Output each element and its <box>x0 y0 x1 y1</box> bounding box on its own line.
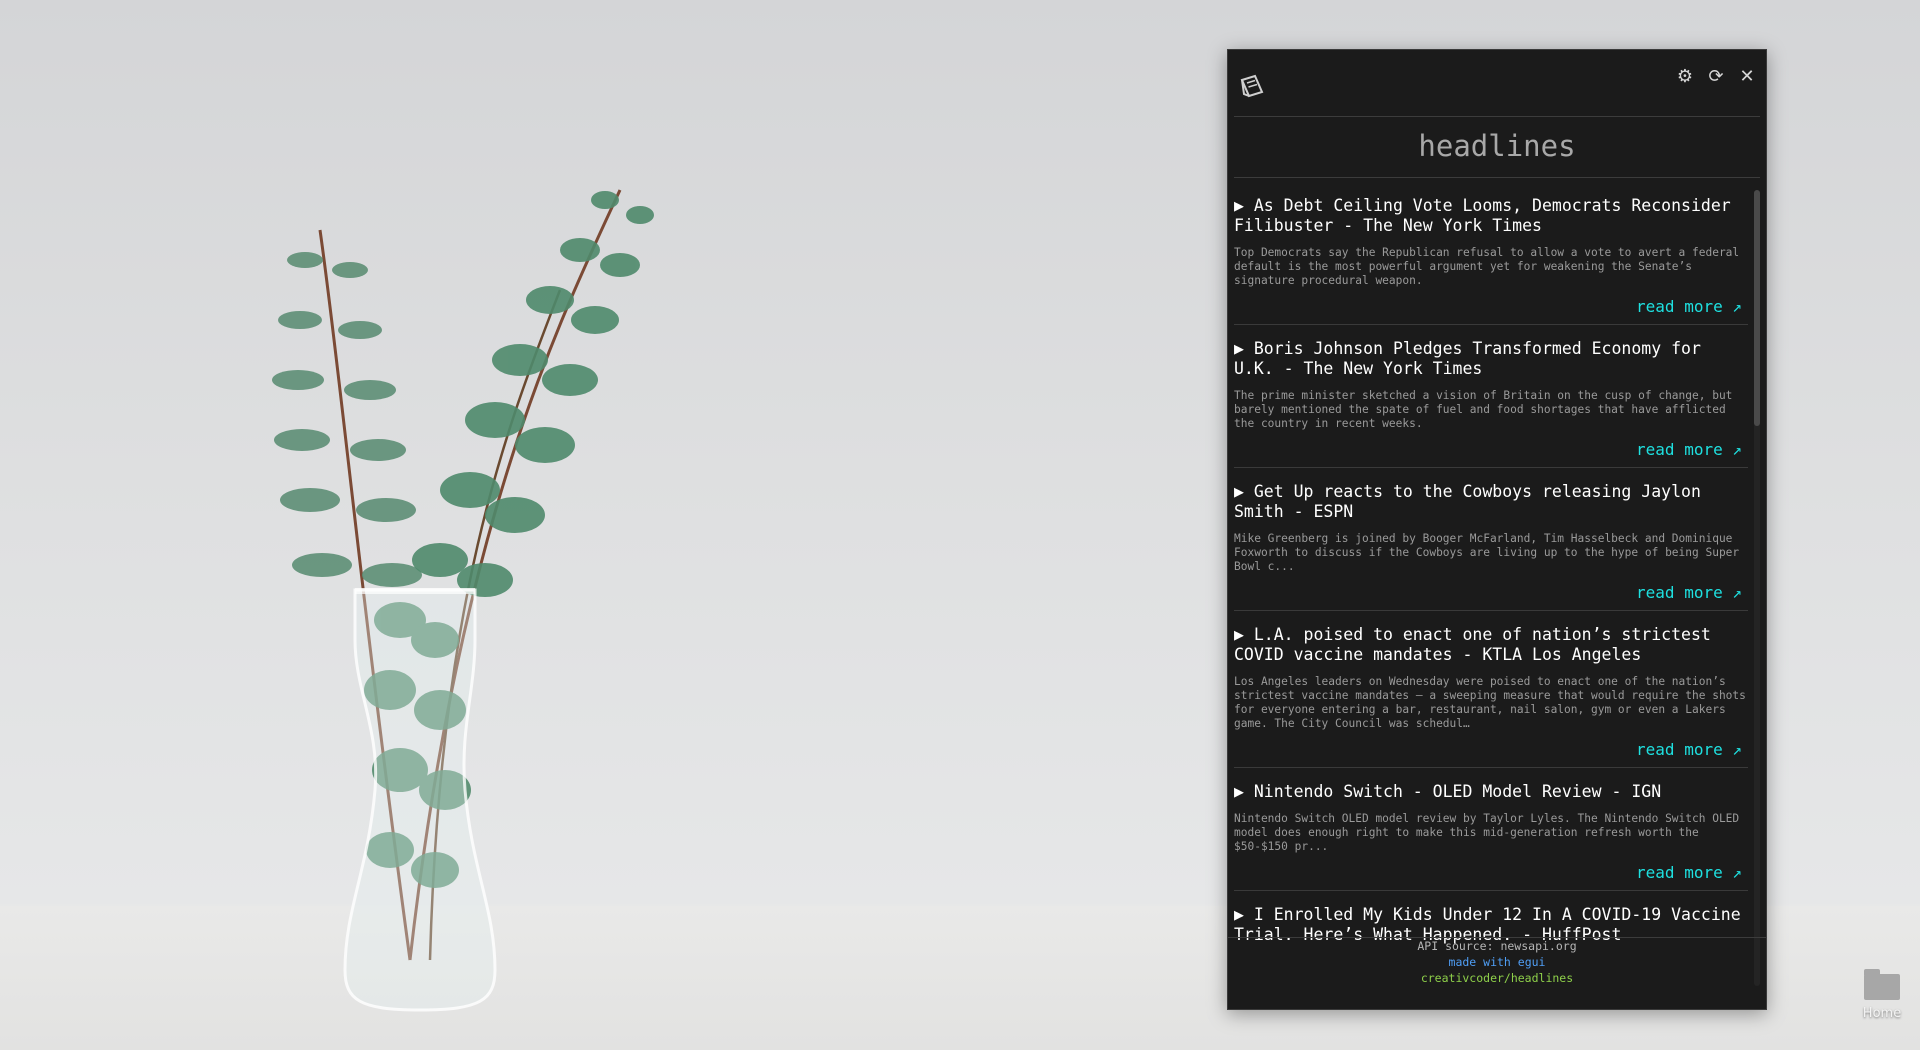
article-description: Top Democrats say the Republican refusal… <box>1234 246 1740 287</box>
close-button[interactable]: ✕ <box>1736 66 1758 88</box>
desktop-home-shortcut[interactable]: Home <box>1854 969 1910 1021</box>
article-title[interactable]: ▶ Nintendo Switch - OLED Model Review - … <box>1234 782 1748 802</box>
header-divider <box>1234 116 1760 117</box>
article-item: ▶ L.A. poised to enact one of nation’s s… <box>1234 611 1748 768</box>
headline-feed[interactable]: ▶ As Debt Ceiling Vote Looms, Democrats … <box>1234 182 1748 988</box>
title-divider <box>1234 177 1760 178</box>
api-source-text: API source: newsapi.org <box>1417 939 1577 953</box>
article-title[interactable]: ▶ L.A. poised to enact one of nation’s s… <box>1234 625 1748 665</box>
repo-link[interactable]: creativcoder/headlines <box>1228 970 1766 986</box>
made-with-egui-link[interactable]: made with egui <box>1228 954 1766 970</box>
article-description: Nintendo Switch OLED model review by Tay… <box>1234 812 1740 853</box>
feed-scrollbar[interactable] <box>1754 190 1760 986</box>
settings-button[interactable]: ⚙ <box>1674 66 1696 88</box>
headlines-window: ⚙ ⟳ ✕ headlines ▶ As Debt Ceiling Vote L… <box>1227 49 1767 1010</box>
article-title[interactable]: ▶ Boris Johnson Pledges Transformed Econ… <box>1234 339 1748 379</box>
refresh-button[interactable]: ⟳ <box>1705 66 1727 88</box>
article-description: The prime minister sketched a vision of … <box>1234 389 1733 430</box>
article-description: Los Angeles leaders on Wednesday were po… <box>1234 675 1746 730</box>
article-item: ▶ Nintendo Switch - OLED Model Review - … <box>1234 768 1748 891</box>
folder-icon <box>1864 969 1900 1000</box>
scrollbar-thumb[interactable] <box>1754 190 1760 426</box>
read-more-link[interactable]: read more ↗ <box>1234 582 1742 604</box>
newspaper-logo-icon <box>1240 74 1264 98</box>
refresh-icon: ⟳ <box>1708 66 1724 87</box>
read-more-link[interactable]: read more ↗ <box>1234 296 1742 318</box>
footer: API source: newsapi.org made with egui c… <box>1228 938 1766 986</box>
wallpaper-plant-vase <box>272 189 654 1012</box>
title-bar: ⚙ ⟳ ✕ <box>1228 50 1766 116</box>
article-item: ▶ Get Up reacts to the Cowboys releasing… <box>1234 468 1748 611</box>
read-more-link[interactable]: read more ↗ <box>1234 439 1742 461</box>
article-title[interactable]: ▶ As Debt Ceiling Vote Looms, Democrats … <box>1234 196 1748 236</box>
page-title: headlines <box>1418 129 1576 163</box>
article-item: ▶ As Debt Ceiling Vote Looms, Democrats … <box>1234 182 1748 325</box>
article-item: ▶ Boris Johnson Pledges Transformed Econ… <box>1234 325 1748 468</box>
close-icon: ✕ <box>1739 66 1755 87</box>
article-title[interactable]: ▶ Get Up reacts to the Cowboys releasing… <box>1234 482 1748 522</box>
gear-icon: ⚙ <box>1676 66 1694 87</box>
desktop-home-label: Home <box>1862 1006 1902 1021</box>
read-more-link[interactable]: read more ↗ <box>1234 739 1742 761</box>
article-description: Mike Greenberg is joined by Booger McFar… <box>1234 532 1740 573</box>
read-more-link[interactable]: read more ↗ <box>1234 862 1742 884</box>
